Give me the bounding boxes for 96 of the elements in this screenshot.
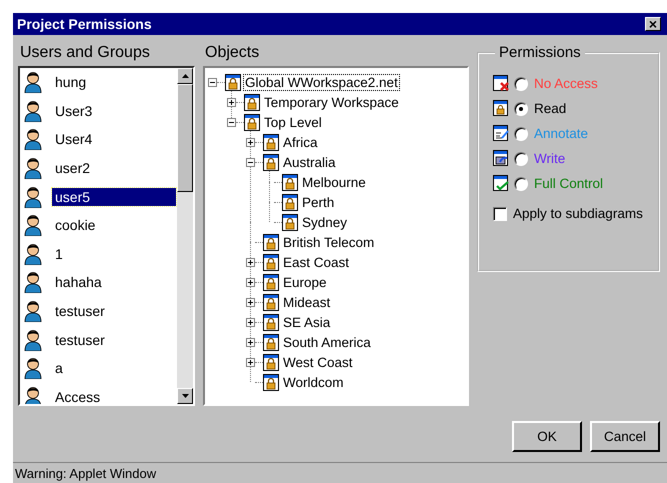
tree-item[interactable]: Perth <box>301 194 336 210</box>
tree-item[interactable]: East Coast <box>282 254 350 270</box>
permission-label: No Access <box>534 76 598 91</box>
tree-item[interactable]: Top Level <box>263 114 323 130</box>
scroll-thumb[interactable] <box>177 84 193 192</box>
lock-window-icon <box>493 100 510 117</box>
no-access-icon <box>493 75 510 92</box>
scroll-up-icon[interactable] <box>177 68 193 84</box>
user-icon <box>24 357 42 380</box>
lock-window-icon <box>263 374 279 390</box>
tree-item[interactable]: British Telecom <box>282 234 376 250</box>
permission-label: Full Control <box>534 176 604 191</box>
user-icon <box>24 186 42 208</box>
user-icon <box>24 300 42 322</box>
tree-item[interactable]: SE Asia <box>282 314 332 330</box>
user-item[interactable]: hahaha <box>52 273 105 292</box>
lock-window-icon <box>263 234 279 250</box>
tree-item[interactable]: Europe <box>282 274 328 290</box>
permission-label: Read <box>534 101 566 116</box>
expand-icon[interactable] <box>246 278 255 286</box>
tree-item[interactable]: Temporary Workspace <box>263 94 400 110</box>
lock-window-icon <box>244 114 260 130</box>
lock-window-icon <box>263 134 279 150</box>
tree-item[interactable]: Mideast <box>282 294 332 310</box>
lock-window-icon <box>263 354 279 370</box>
objects-heading: Objects <box>204 43 260 63</box>
collapse-icon[interactable] <box>227 118 236 126</box>
permissions-heading: Permissions <box>498 44 582 61</box>
check-window-icon <box>493 175 510 192</box>
checkbox[interactable] <box>493 206 507 220</box>
expand-icon[interactable] <box>246 138 255 146</box>
user-item[interactable]: 1 <box>52 244 66 263</box>
expand-icon[interactable] <box>246 298 255 306</box>
close-button[interactable]: × <box>645 17 661 31</box>
expand-icon[interactable] <box>246 318 255 326</box>
users-heading: Users and Groups <box>19 43 151 63</box>
user-item[interactable]: User3 <box>52 102 96 120</box>
lock-window-icon <box>244 94 260 110</box>
user-icon <box>24 128 42 150</box>
lock-window-icon <box>263 314 279 330</box>
radio-button[interactable] <box>514 152 528 166</box>
lock-window-icon <box>225 74 241 90</box>
radio-button[interactable] <box>514 176 528 190</box>
lock-window-icon <box>263 254 279 270</box>
tree-item[interactable]: West Coast <box>282 354 354 370</box>
radio-button[interactable] <box>514 126 528 140</box>
collapse-icon[interactable] <box>208 78 217 86</box>
user-icon <box>24 71 42 94</box>
lock-window-icon <box>282 194 298 210</box>
user-item[interactable]: cookie <box>52 216 98 234</box>
tree-item[interactable]: South America <box>282 334 372 350</box>
tree-item[interactable]: Australia <box>282 154 337 170</box>
tree-item[interactable]: Global WWorkspace2.net <box>244 74 399 90</box>
permission-label: Annotate <box>534 126 588 141</box>
tree-item[interactable]: Melbourne <box>301 174 367 190</box>
window-title: Project Permissions <box>17 16 152 32</box>
lock-window-icon <box>263 154 279 170</box>
pencil-window-icon <box>493 125 510 142</box>
radio-button[interactable] <box>514 76 528 90</box>
user-icon <box>24 100 42 122</box>
user-icon <box>24 271 42 294</box>
edit-window-icon <box>493 150 510 167</box>
user-item[interactable]: testuser <box>52 330 108 349</box>
user-icon <box>24 328 42 351</box>
user-item[interactable]: User4 <box>52 130 96 148</box>
expand-icon[interactable] <box>246 338 255 346</box>
lock-window-icon <box>263 294 279 310</box>
expand-icon[interactable] <box>227 98 236 106</box>
user-item[interactable]: a <box>52 359 66 378</box>
tree-item[interactable]: Worldcom <box>282 374 345 390</box>
permission-label: Write <box>534 151 566 166</box>
user-item[interactable]: hung <box>52 73 90 92</box>
radio-button[interactable] <box>514 102 528 116</box>
scrollbar[interactable] <box>177 68 193 404</box>
expand-icon[interactable] <box>246 358 255 366</box>
cancel-button[interactable]: Cancel <box>590 421 660 452</box>
user-item[interactable]: testuser <box>52 302 108 320</box>
user-item[interactable]: user5 <box>52 188 176 206</box>
user-icon <box>24 157 42 180</box>
tree-item[interactable]: Sydney <box>301 214 348 230</box>
collapse-icon[interactable] <box>246 158 255 166</box>
lock-window-icon <box>282 174 298 190</box>
ok-button[interactable]: OK <box>512 421 582 452</box>
lock-window-icon <box>282 214 298 230</box>
lock-window-icon <box>263 274 279 290</box>
lock-window-icon <box>263 334 279 350</box>
user-icon <box>24 242 42 265</box>
tree-item[interactable]: Africa <box>282 134 319 150</box>
checkbox-label: Apply to subdiagrams <box>513 206 643 221</box>
status-bar: Warning: Applet Window <box>13 462 667 483</box>
expand-icon[interactable] <box>246 258 255 266</box>
user-icon <box>24 386 42 404</box>
user-item[interactable]: Access <box>52 388 104 404</box>
user-item[interactable]: user2 <box>52 159 94 178</box>
scroll-down-icon[interactable] <box>177 388 193 404</box>
user-icon <box>24 214 42 236</box>
